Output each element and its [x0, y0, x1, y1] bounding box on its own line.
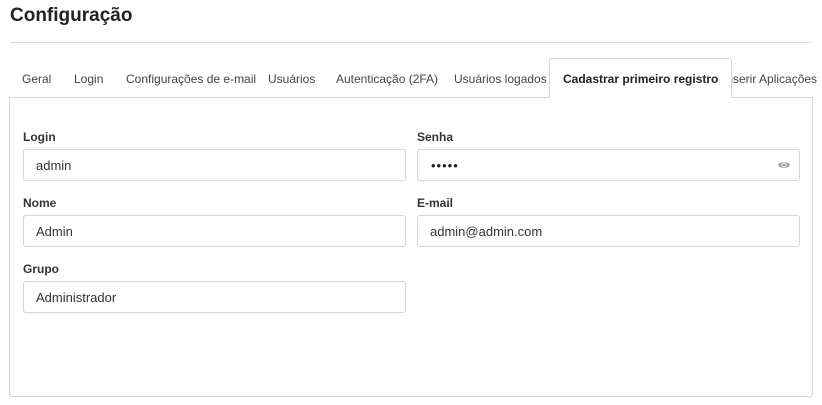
email-input[interactable] [418, 216, 799, 246]
tab-autenticacao-2fa[interactable]: Autenticação (2FA) [336, 58, 438, 98]
eye-icon[interactable] [777, 159, 791, 171]
tab-inserir-aplicacoes[interactable]: Inserir Aplicações [723, 58, 817, 98]
title-divider [10, 42, 812, 43]
tab-bar: Geral Login Configurações de e-mail Usuá… [9, 58, 822, 98]
page-title: Configuração [10, 5, 133, 26]
tab-usuarios-logados[interactable]: Usuários logados [454, 58, 547, 98]
login-input[interactable] [24, 150, 405, 180]
grupo-field-box [23, 281, 406, 313]
grupo-label: Grupo [23, 262, 59, 276]
login-label: Login [23, 130, 56, 144]
email-label: E-mail [417, 196, 454, 210]
senha-label: Senha [417, 130, 454, 144]
login-field-box [23, 149, 406, 181]
tab-configuracoes-email[interactable]: Configurações de e-mail [126, 58, 256, 98]
tab-geral[interactable]: Geral [22, 58, 51, 98]
grupo-input[interactable] [24, 282, 405, 312]
form-panel: Login Senha ••••• Nome E-mail Grupo [9, 97, 813, 397]
email-field-box [417, 215, 800, 247]
nome-label: Nome [23, 196, 57, 210]
tab-cadastrar-primeiro-registro[interactable]: Cadastrar primeiro registro [549, 58, 733, 98]
nome-input[interactable] [24, 216, 405, 246]
senha-field[interactable]: ••••• [417, 149, 800, 181]
tab-usuarios[interactable]: Usuários [268, 58, 315, 98]
nome-field-box [23, 215, 406, 247]
tab-login[interactable]: Login [74, 58, 103, 98]
senha-masked-value: ••••• [431, 158, 459, 173]
